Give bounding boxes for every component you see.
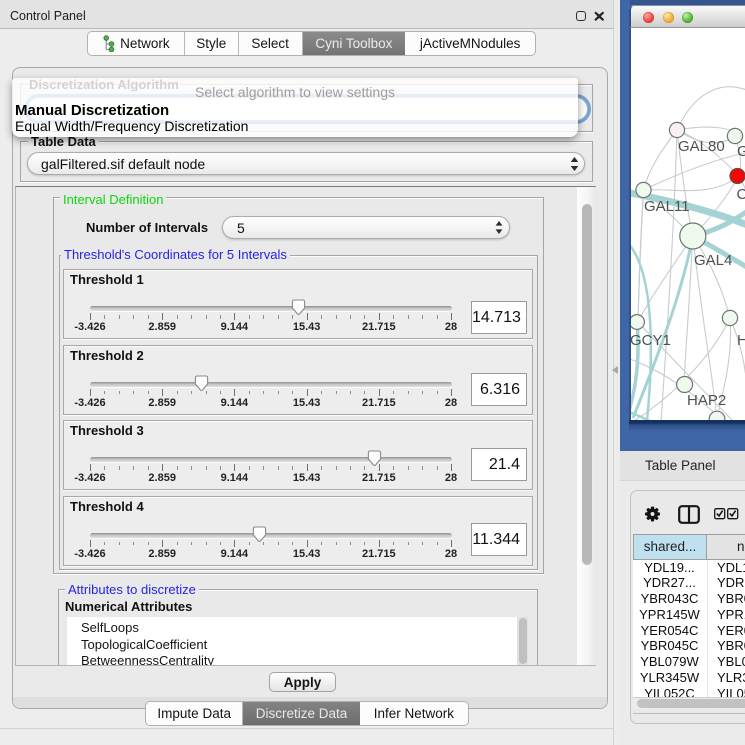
svg-text:GAL11: GAL11 [644, 198, 690, 215]
svg-text:GCY1: GCY1 [631, 332, 671, 349]
svg-text:G: G [737, 143, 745, 160]
svg-text:C: C [737, 186, 745, 203]
svg-text:GAL80: GAL80 [678, 138, 725, 155]
svg-text:H: H [737, 332, 745, 349]
svg-text:GAL4: GAL4 [694, 252, 732, 269]
svg-text:HAP2: HAP2 [687, 392, 726, 409]
